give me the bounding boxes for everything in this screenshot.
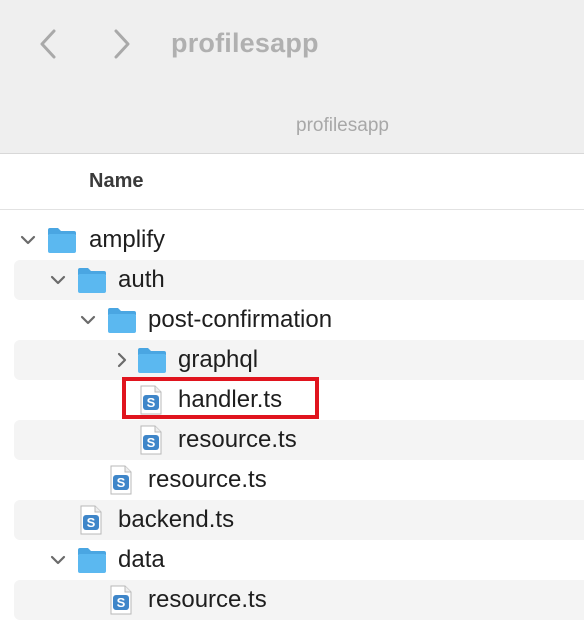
folder-icon bbox=[46, 225, 78, 255]
list-item[interactable]: data bbox=[14, 540, 584, 580]
name-column-header[interactable]: Name bbox=[89, 170, 143, 193]
folder-icon bbox=[76, 545, 108, 575]
folder-icon bbox=[76, 265, 108, 295]
column-header-bar: Name bbox=[0, 154, 584, 210]
typescript-file-icon: S bbox=[138, 425, 170, 455]
disclosure-expanded-icon[interactable] bbox=[48, 270, 68, 290]
list-item[interactable]: S backend.ts bbox=[14, 500, 584, 540]
svg-text:S: S bbox=[147, 435, 156, 450]
item-name: data bbox=[118, 546, 165, 573]
list-item[interactable]: post-confirmation bbox=[14, 300, 584, 340]
item-name: resource.ts bbox=[178, 426, 297, 453]
highlight-annotation-box bbox=[122, 377, 319, 419]
svg-text:S: S bbox=[117, 475, 126, 490]
item-name: resource.ts bbox=[148, 586, 267, 613]
path-bar-label: profilesapp bbox=[296, 115, 389, 136]
list-item[interactable]: S resource.ts bbox=[14, 460, 584, 500]
svg-text:S: S bbox=[87, 515, 96, 530]
chevron-left-icon bbox=[40, 29, 56, 59]
list-item[interactable]: amplify bbox=[14, 220, 584, 260]
disclosure-collapsed-icon[interactable] bbox=[112, 350, 132, 370]
folder-icon bbox=[106, 305, 138, 335]
forward-button[interactable] bbox=[102, 22, 142, 66]
item-name: post-confirmation bbox=[148, 306, 333, 333]
window-title: profilesapp bbox=[171, 28, 319, 58]
chevron-right-icon bbox=[114, 29, 130, 59]
folder-icon bbox=[136, 345, 168, 375]
svg-text:S: S bbox=[117, 595, 126, 610]
item-name: amplify bbox=[89, 226, 166, 253]
toolbar: profilesapp profilesapp bbox=[0, 0, 584, 154]
finder-window: profilesapp profilesapp Name amplify aut… bbox=[0, 0, 584, 620]
disclosure-expanded-icon[interactable] bbox=[78, 310, 98, 330]
disclosure-expanded-icon[interactable] bbox=[18, 230, 38, 250]
list-item[interactable]: graphql bbox=[14, 340, 584, 380]
item-name: backend.ts bbox=[118, 506, 235, 533]
list-item[interactable]: auth bbox=[14, 260, 584, 300]
list-item[interactable]: S resource.ts bbox=[14, 580, 584, 620]
typescript-file-icon: S bbox=[108, 585, 140, 615]
disclosure-expanded-icon[interactable] bbox=[48, 550, 68, 570]
item-name: graphql bbox=[178, 346, 259, 373]
item-name: auth bbox=[118, 266, 165, 293]
typescript-file-icon: S bbox=[78, 505, 110, 535]
typescript-file-icon: S bbox=[108, 465, 140, 495]
list-item[interactable]: S resource.ts bbox=[14, 420, 584, 460]
item-name: resource.ts bbox=[148, 466, 267, 493]
back-button[interactable] bbox=[28, 22, 68, 66]
